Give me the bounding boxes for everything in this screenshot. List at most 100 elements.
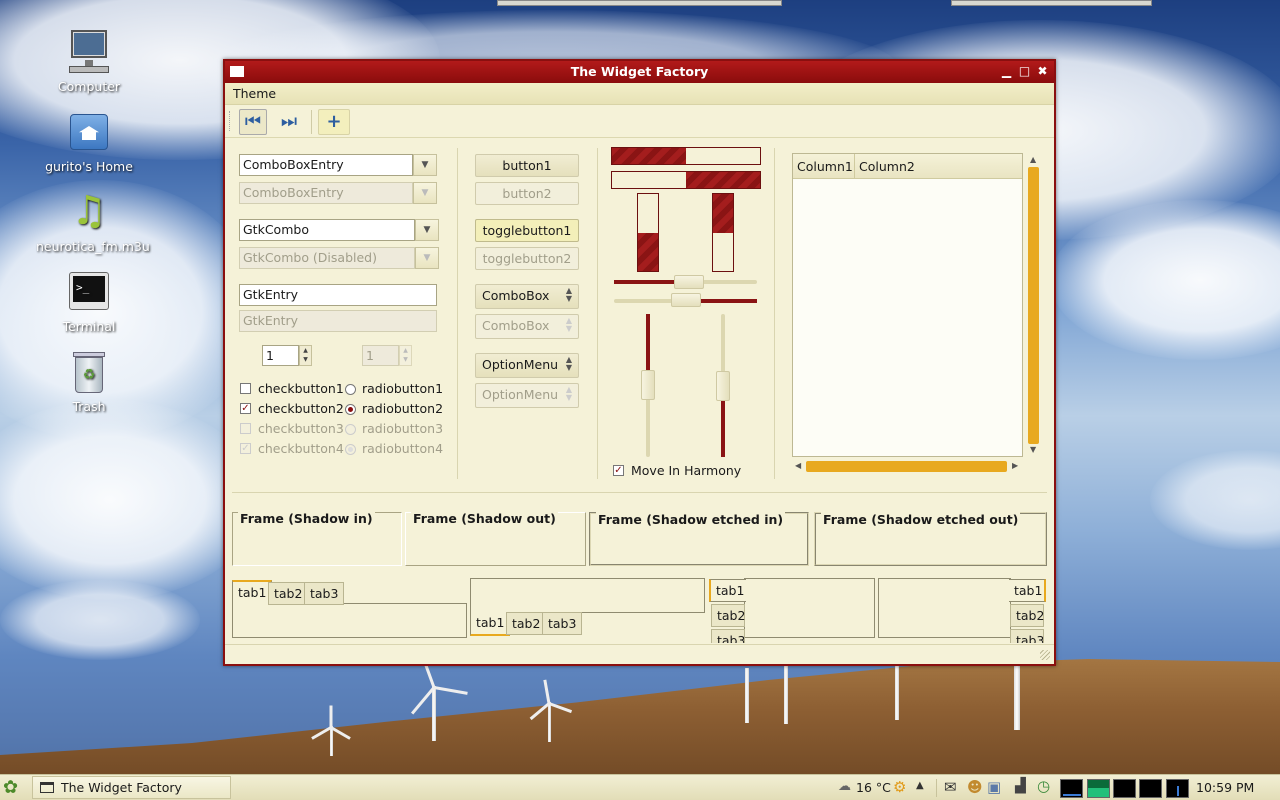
optionmenu[interactable]: OptionMenu ▲ ▼ bbox=[475, 353, 579, 378]
tree-vertical-scrollbar[interactable]: ▲ ▼ bbox=[1026, 153, 1041, 457]
cpu-monitor-icon[interactable] bbox=[1060, 779, 1083, 798]
maximize-icon[interactable]: □ bbox=[1017, 64, 1032, 79]
cloud-icon: ☁ bbox=[838, 779, 851, 794]
toolbar: ⏮ ⏭ + bbox=[225, 105, 1054, 138]
memory-monitor-icon[interactable] bbox=[1087, 779, 1110, 798]
notebook-right-tab1[interactable]: tab1 bbox=[1009, 579, 1046, 602]
move-in-harmony-label[interactable]: Move In Harmony bbox=[631, 463, 741, 478]
tree-column2-header[interactable]: Column2 bbox=[855, 154, 1022, 179]
tree-horizontal-scrollbar[interactable]: ◀ ▶ bbox=[792, 459, 1023, 474]
scroll-up-icon[interactable]: ▲ bbox=[1030, 156, 1036, 164]
swap-monitor-icon[interactable] bbox=[1139, 779, 1162, 798]
notebook-left-tab3[interactable]: tab3 bbox=[711, 629, 745, 643]
weather-temperature[interactable]: 16 °C bbox=[856, 780, 891, 795]
checkbutton2-label[interactable]: checkbutton2 bbox=[258, 401, 344, 416]
spin-arrows-icon[interactable]: ▲ ▼ bbox=[299, 345, 312, 366]
load-monitor-icon[interactable] bbox=[1166, 779, 1189, 798]
notebook-left-tab1[interactable]: tab1 bbox=[709, 579, 746, 602]
go-last-icon[interactable]: ⏭ bbox=[275, 109, 303, 135]
notebook-left-tab2[interactable]: tab2 bbox=[711, 604, 745, 627]
scroll-right-icon[interactable]: ▶ bbox=[1012, 462, 1018, 470]
resize-grip-icon[interactable] bbox=[1040, 650, 1050, 660]
hscale-2-knob[interactable] bbox=[671, 293, 701, 307]
add-icon[interactable]: + bbox=[318, 109, 350, 135]
radiobutton2-circle[interactable] bbox=[345, 404, 356, 415]
notebook-top-tab2[interactable]: tab2 bbox=[268, 582, 309, 605]
desktop-icon-home[interactable]: gurito's Home bbox=[36, 108, 142, 174]
chevron-down-icon[interactable]: ▼ bbox=[413, 154, 437, 176]
combo-entry-disabled-field: ComboBoxEntry bbox=[239, 182, 413, 204]
combo-entry-field[interactable]: ComboBoxEntry bbox=[239, 154, 413, 176]
window-menu-icon[interactable] bbox=[230, 66, 244, 77]
clock[interactable]: 10:59 PM bbox=[1196, 780, 1254, 795]
notebook-bottom-tab2[interactable]: tab2 bbox=[506, 612, 547, 635]
radiobutton1-label[interactable]: radiobutton1 bbox=[362, 381, 443, 396]
scrollbar-thumb[interactable] bbox=[806, 461, 1007, 472]
gtk-combo-disabled-field: GtkCombo (Disabled) bbox=[239, 247, 415, 269]
network-monitor-icon[interactable] bbox=[1113, 779, 1136, 798]
user-icon[interactable]: ☻ bbox=[967, 778, 983, 796]
minimize-icon[interactable]: ▁ bbox=[999, 64, 1014, 79]
scroll-down-icon[interactable]: ▼ bbox=[1030, 446, 1036, 454]
spin-button-disabled: 1 bbox=[362, 345, 399, 366]
gtk-combo-field[interactable]: GtkCombo bbox=[239, 219, 415, 241]
checkbutton2-box[interactable]: ✓ bbox=[240, 403, 251, 414]
chevron-down-icon[interactable]: ▼ bbox=[415, 219, 439, 241]
mail-icon[interactable]: ✉ bbox=[944, 778, 957, 796]
button2: button2 bbox=[475, 182, 579, 205]
window-titlebar[interactable]: The Widget Factory ▁ □ ✖ bbox=[225, 61, 1054, 83]
spin-button[interactable]: 1 bbox=[262, 345, 299, 366]
hscale-1-knob[interactable] bbox=[674, 275, 704, 289]
close-icon[interactable]: ✖ bbox=[1035, 64, 1050, 79]
home-folder-icon bbox=[65, 108, 113, 156]
go-first-icon[interactable]: ⏮ bbox=[239, 109, 267, 135]
main-menu-icon[interactable]: ✿ bbox=[3, 778, 23, 798]
progress-bar-v1 bbox=[637, 193, 659, 272]
spin-arrows-icon: ▲ ▼ bbox=[399, 345, 412, 366]
notebook-top-tab3[interactable]: tab3 bbox=[304, 582, 345, 605]
toolbar-grip[interactable] bbox=[229, 111, 232, 131]
combobox[interactable]: ComboBox ▲ ▼ bbox=[475, 284, 579, 309]
desktop-icon-trash[interactable]: ♻ Trash bbox=[36, 348, 142, 414]
optionmenu-disabled-label: OptionMenu bbox=[482, 387, 559, 402]
button1[interactable]: button1 bbox=[475, 154, 579, 177]
togglebutton1[interactable]: togglebutton1 bbox=[475, 219, 579, 242]
notebook-right-tab3[interactable]: tab3 bbox=[1010, 629, 1044, 643]
frame-shadow-etched-out: Frame (Shadow etched out) bbox=[814, 512, 1047, 566]
frame-shadow-etched-in: Frame (Shadow etched in) bbox=[589, 512, 809, 566]
menu-theme[interactable]: Theme bbox=[233, 86, 276, 101]
progress-bar-v2 bbox=[712, 193, 734, 272]
network-signal-icon[interactable]: ▟ bbox=[1015, 778, 1026, 794]
desktop-icon-terminal[interactable]: >_ Terminal bbox=[36, 268, 142, 334]
tree-column1-header[interactable]: Column1 bbox=[793, 154, 855, 179]
desktop-icon-computer[interactable]: Computer bbox=[36, 28, 142, 94]
gtk-entry[interactable]: GtkEntry bbox=[239, 284, 437, 306]
notebook-right-tab2[interactable]: tab2 bbox=[1010, 604, 1044, 627]
checkbutton1-box[interactable] bbox=[240, 383, 251, 394]
column-separator bbox=[457, 148, 458, 479]
radiobutton1-circle[interactable] bbox=[345, 384, 356, 395]
checkbutton1-label[interactable]: checkbutton1 bbox=[258, 381, 344, 396]
frame-label: Frame (Shadow in) bbox=[238, 511, 375, 526]
devices-icon[interactable]: ▣ bbox=[987, 778, 1001, 796]
tree-view[interactable]: Column1 Column2 bbox=[792, 153, 1023, 457]
taskbar-window-button[interactable]: The Widget Factory bbox=[32, 776, 231, 799]
notebook-top-tab1[interactable]: tab1 bbox=[232, 580, 273, 604]
desktop-icon-music[interactable]: ♫ neurotica_fm.m3u bbox=[36, 188, 150, 254]
notebook-bottom-tab1[interactable]: tab1 bbox=[470, 612, 511, 636]
progress-fill bbox=[713, 194, 733, 233]
radiobutton4-circle bbox=[345, 444, 356, 455]
vscale-1-knob[interactable] bbox=[641, 370, 655, 400]
menubar: Theme bbox=[225, 83, 1054, 105]
radiobutton2-label[interactable]: radiobutton2 bbox=[362, 401, 443, 416]
updown-arrow-icon: ▲ ▼ bbox=[565, 286, 572, 303]
scrollbar-thumb[interactable] bbox=[1028, 167, 1039, 444]
scroll-left-icon[interactable]: ◀ bbox=[795, 462, 801, 470]
desktop-icon-label: Computer bbox=[57, 79, 121, 94]
updates-icon[interactable]: ⚙ bbox=[893, 778, 906, 796]
clock-applet-icon[interactable]: ◷ bbox=[1037, 777, 1050, 795]
notebook-bottom-tab3[interactable]: tab3 bbox=[542, 612, 583, 635]
move-in-harmony-box[interactable]: ✓ bbox=[613, 465, 624, 476]
tray-expand-icon[interactable]: ▲ bbox=[916, 780, 924, 791]
vscale-2-knob[interactable] bbox=[716, 371, 730, 401]
